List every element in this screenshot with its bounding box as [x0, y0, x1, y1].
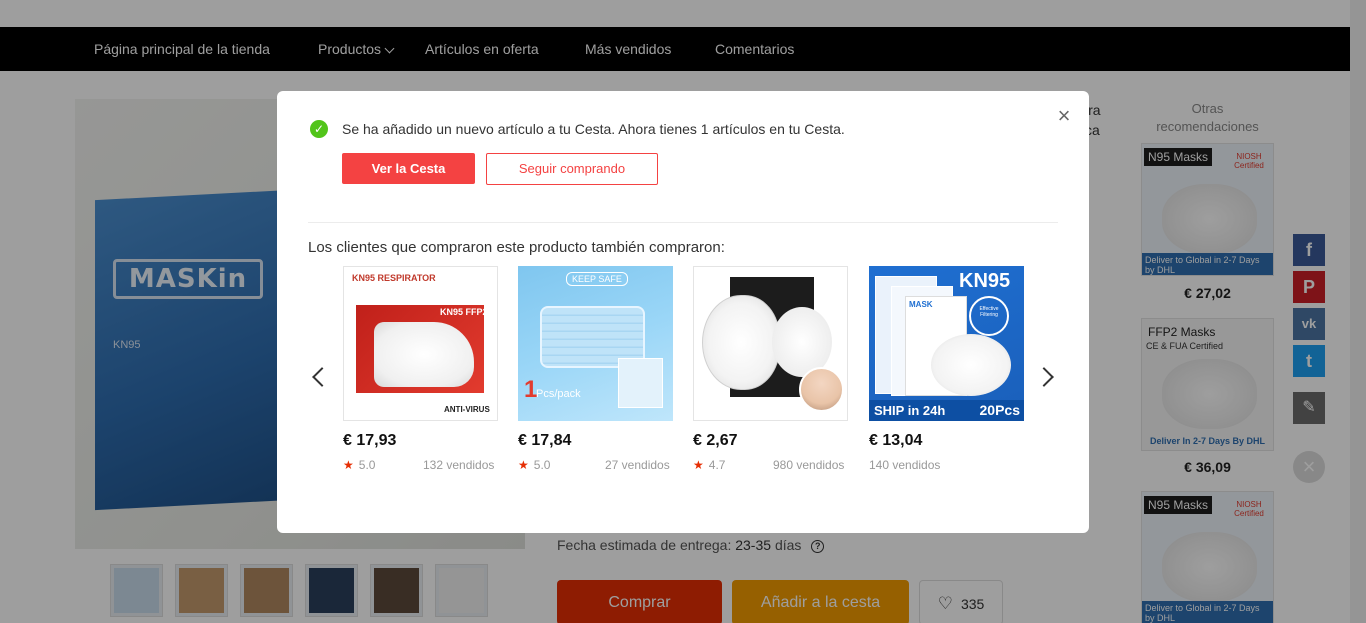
sold-count: 132 vendidos: [423, 458, 495, 472]
sold-count: 140 vendidos: [869, 458, 941, 472]
product-image[interactable]: KEEP SAFE 1 Pcs/pack: [518, 266, 673, 421]
package-shape: [618, 358, 663, 408]
close-icon[interactable]: ×: [1054, 105, 1074, 127]
star-icon: ★: [693, 458, 704, 472]
rating-value: 4.7: [708, 458, 726, 472]
rating-value: 5.0: [533, 458, 551, 472]
divider: [308, 222, 1058, 223]
image-pcs-text: 20Pcs: [979, 402, 1020, 418]
sold-count: 980 vendidos: [773, 458, 845, 472]
also-bought-title: Los clientes que compraron este producto…: [308, 239, 725, 256]
view-cart-button[interactable]: Ver la Cesta: [342, 153, 475, 184]
product-image[interactable]: MASK KN95 Effective Filtering SHIP in 24…: [869, 266, 1024, 421]
image-footer-text: ANTI-VIRUS: [444, 405, 490, 414]
image-header-text: KN95: [959, 270, 1011, 292]
package-label-text: MASK: [909, 300, 933, 309]
product-price: € 2,67: [693, 432, 738, 449]
mask-shape: [374, 322, 474, 387]
image-header-text: KN95 RESPIRATOR: [352, 273, 436, 283]
product-rating: ★ 5.0: [518, 458, 550, 472]
chevron-right-icon[interactable]: [1034, 367, 1054, 387]
star-icon: ★: [343, 458, 354, 472]
product-image[interactable]: [693, 266, 848, 421]
image-header-text: KEEP SAFE: [566, 272, 628, 286]
model-face-image: [799, 367, 844, 412]
product-price: € 13,04: [869, 432, 923, 449]
product-rating: ★ 5.0: [343, 458, 375, 472]
continue-shopping-button[interactable]: Seguir comprando: [486, 153, 658, 185]
product-price: € 17,84: [518, 432, 572, 449]
product-image[interactable]: KN95 RESPIRATOR KN95 FFP2 ANTI-VIRUS: [343, 266, 498, 421]
rating-value: 5.0: [358, 458, 376, 472]
image-badge-text: Effective Filtering: [969, 296, 1009, 336]
product-rating: ★ 4.7: [693, 458, 725, 472]
sold-count: 27 vendidos: [605, 458, 670, 472]
success-message: Se ha añadido un nuevo artículo a tu Ces…: [342, 121, 845, 137]
image-unit-text: Pcs/pack: [536, 388, 581, 400]
mask-shape: [931, 334, 1011, 396]
product-price: € 17,93: [343, 432, 397, 449]
image-badge-text: KN95 FFP2: [440, 307, 488, 317]
star-icon: ★: [518, 458, 529, 472]
added-to-cart-dialog: × ✓ Se ha añadido un nuevo artículo a tu…: [277, 91, 1089, 533]
chevron-left-icon[interactable]: [312, 367, 332, 387]
check-circle-icon: ✓: [310, 120, 328, 138]
mask-shape: [702, 295, 780, 390]
